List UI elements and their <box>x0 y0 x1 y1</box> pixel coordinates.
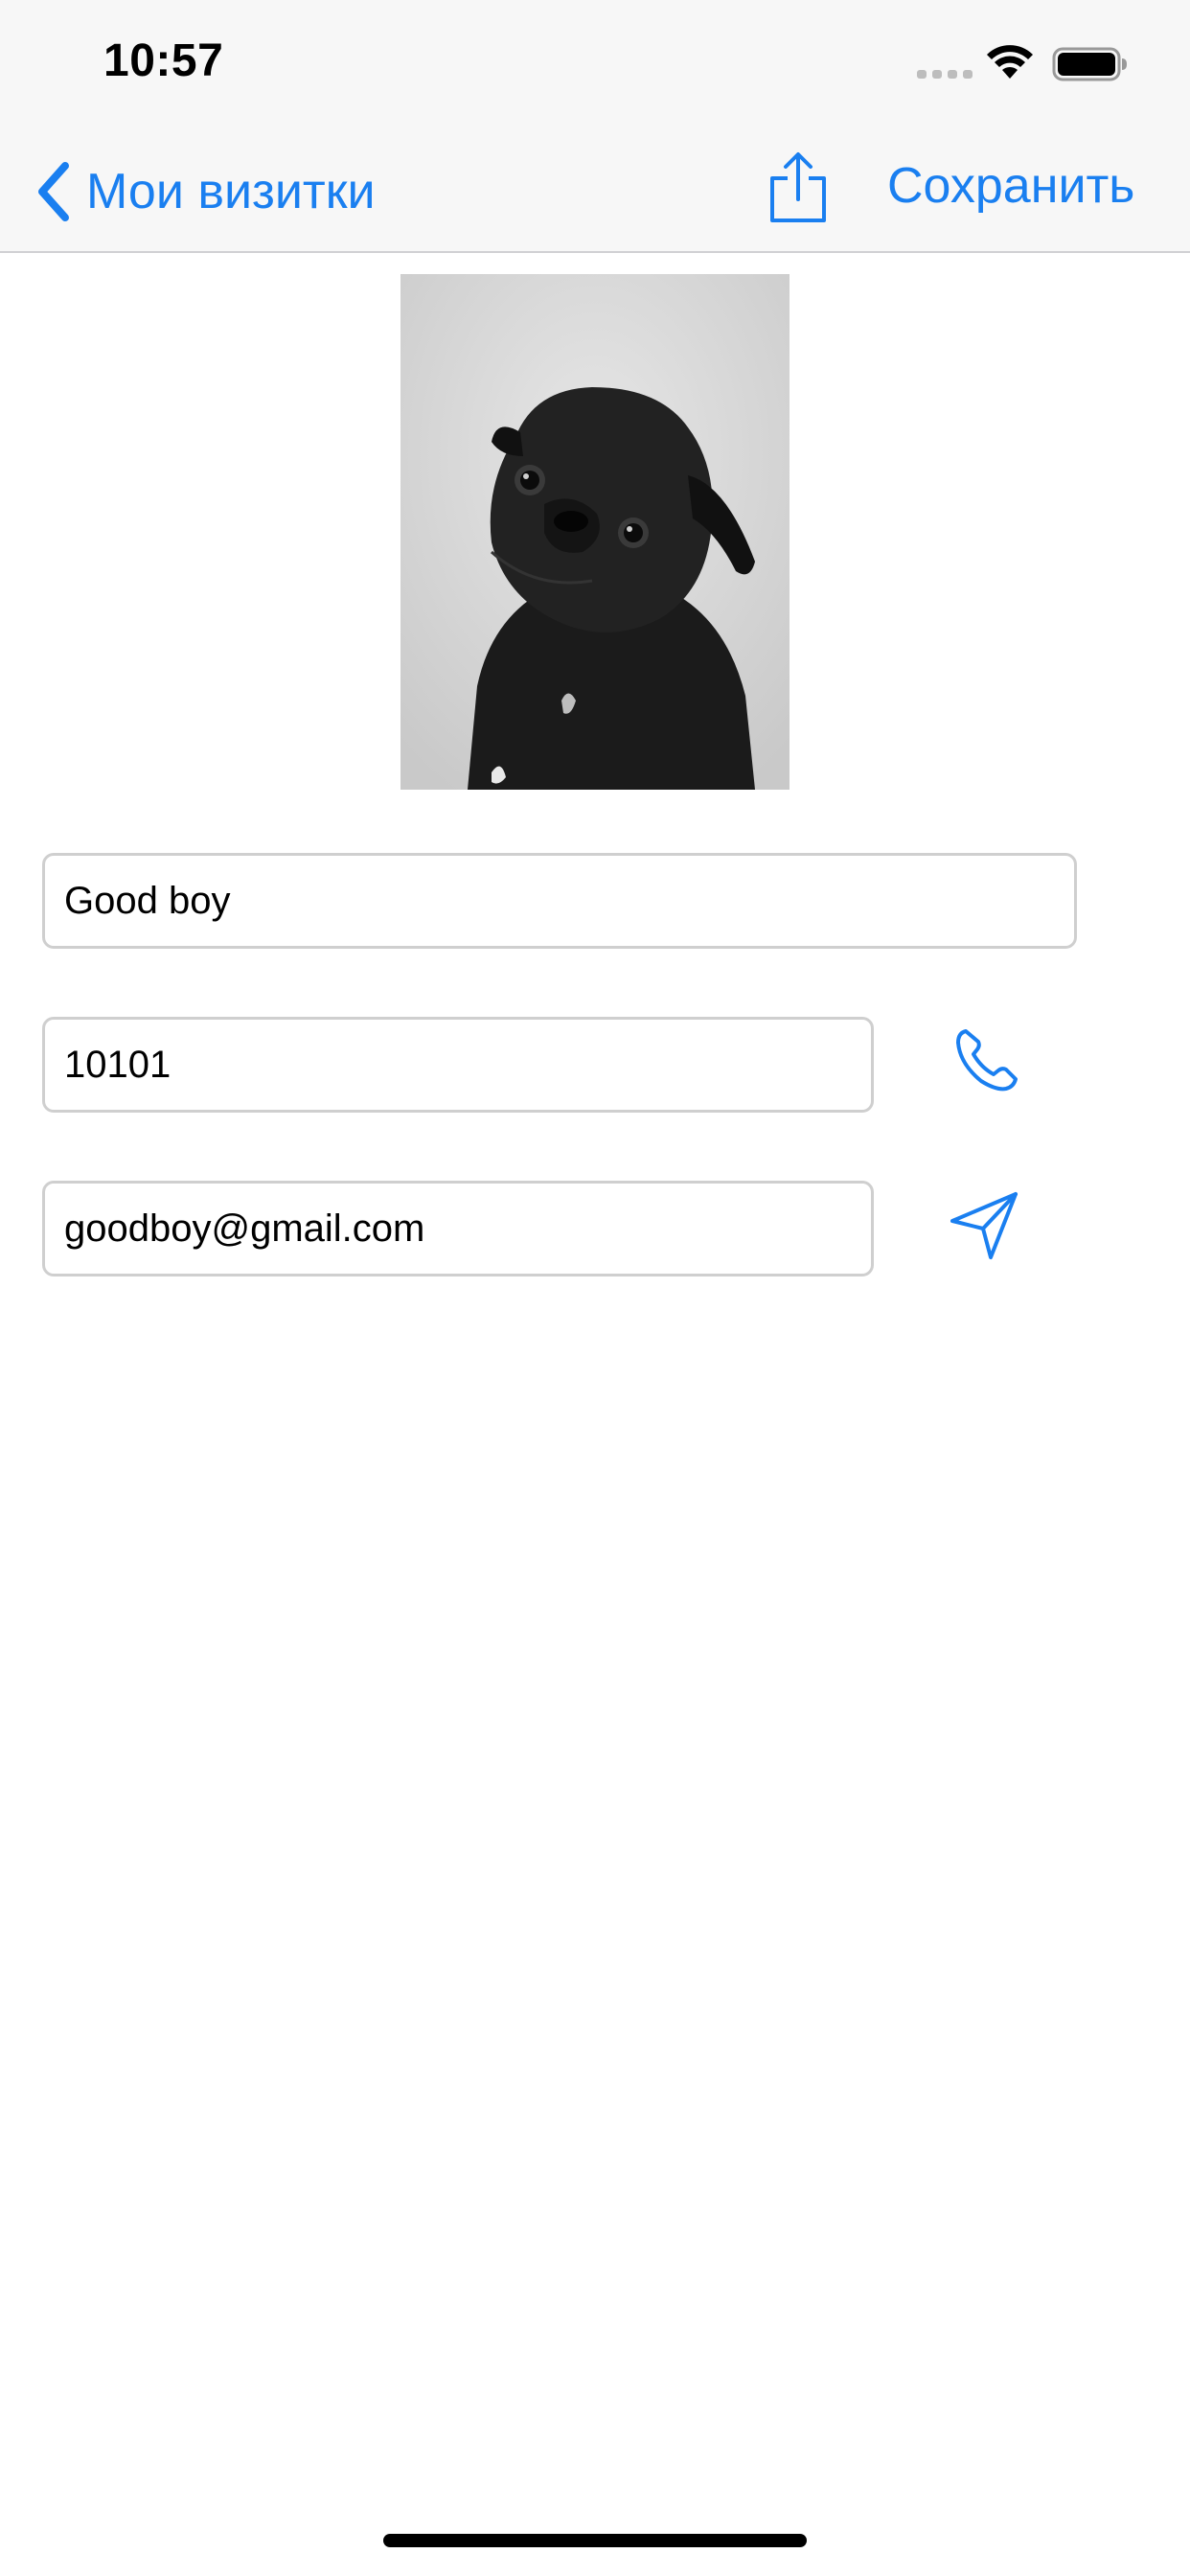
name-field[interactable]: Good boy <box>42 853 1077 949</box>
phone-field[interactable]: 10101 <box>42 1017 874 1113</box>
phone-icon[interactable] <box>952 1025 1021 1094</box>
home-indicator[interactable] <box>383 2534 807 2547</box>
status-time: 10:57 <box>103 35 224 86</box>
paper-plane-icon[interactable] <box>949 1188 1021 1261</box>
back-button[interactable]: Мои визитки <box>34 153 376 230</box>
phone-field-value: 10101 <box>64 1043 172 1086</box>
email-field[interactable]: goodboy@gmail.com <box>42 1181 874 1276</box>
top-bar: 10:57 Мои визитки Сохранить <box>0 0 1190 253</box>
share-icon[interactable] <box>767 151 830 224</box>
email-field-value: goodboy@gmail.com <box>64 1207 425 1250</box>
wifi-icon <box>987 45 1033 79</box>
chevron-left-icon <box>38 162 69 221</box>
name-field-value: Good boy <box>64 879 231 922</box>
save-button[interactable]: Сохранить <box>887 157 1134 215</box>
contact-photo[interactable] <box>400 274 790 790</box>
cellular-signal-icon <box>917 63 973 79</box>
battery-icon <box>1052 47 1127 81</box>
back-button-label: Мои визитки <box>86 164 376 219</box>
pug-photo-image <box>400 274 790 790</box>
